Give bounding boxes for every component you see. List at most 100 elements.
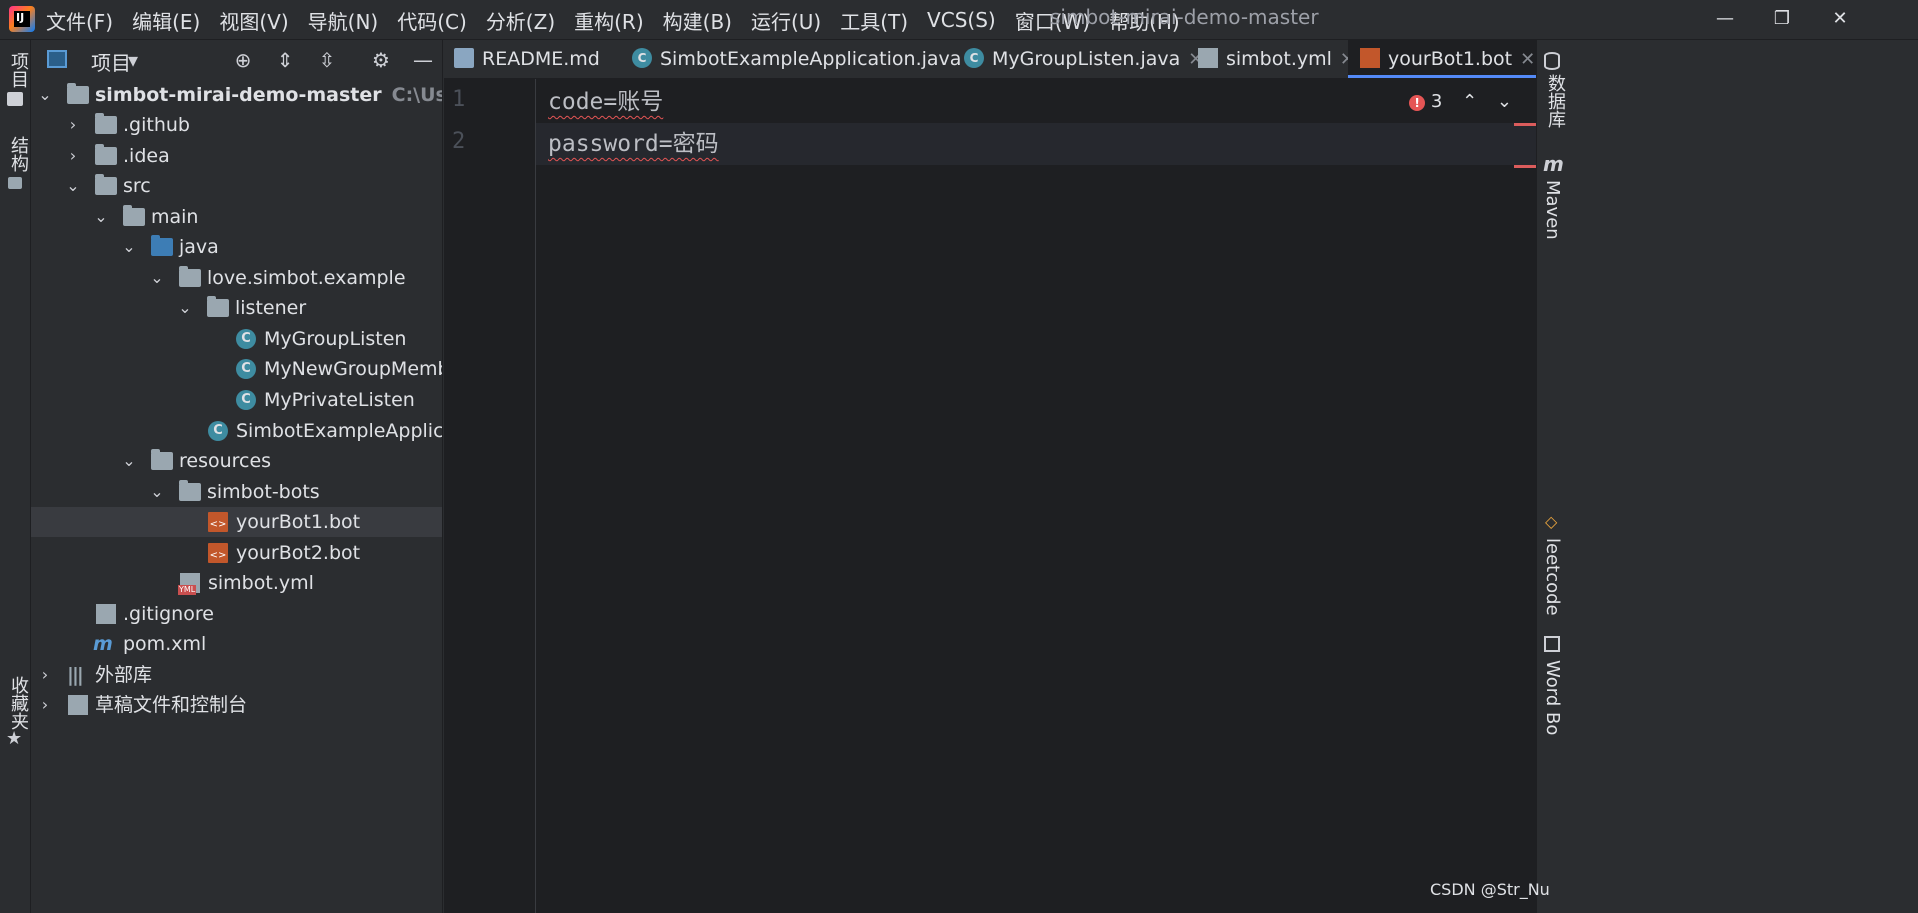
- tree-row-src[interactable]: ⌄ src: [31, 171, 442, 201]
- tree-row-resources[interactable]: ⌄ resources: [31, 446, 442, 476]
- project-folder-icon: [7, 92, 23, 106]
- error-stripe-mark[interactable]: [1514, 165, 1536, 168]
- markdown-file-icon: [454, 47, 474, 68]
- tree-label-idea: .idea: [123, 145, 170, 167]
- menu-code[interactable]: 代码(C): [397, 6, 467, 35]
- tree-label-package: love.simbot.example: [207, 267, 406, 289]
- tree-row-mynewgroupmember[interactable]: C MyNewGroupMembe: [31, 354, 442, 384]
- menu-navigate[interactable]: 导航(N): [308, 6, 379, 35]
- tree-row-java[interactable]: ⌄ java: [31, 232, 442, 262]
- tree-label-listener: listener: [235, 297, 307, 319]
- code-line-text: code=账号: [548, 89, 664, 115]
- close-tab-icon[interactable]: ✕: [1520, 49, 1535, 70]
- view-dropdown-chevron-icon[interactable]: ▾: [121, 48, 145, 72]
- collapse-all-icon[interactable]: ⇳: [315, 48, 339, 72]
- tree-row-yourbot1[interactable]: <> yourBot1.bot: [31, 507, 442, 537]
- hide-panel-icon[interactable]: —: [411, 48, 435, 72]
- chevron-down-icon[interactable]: ⌄: [177, 293, 193, 323]
- structure-tool-button[interactable]: 结构: [5, 136, 31, 172]
- line-number: 2: [452, 129, 466, 154]
- database-tool-button[interactable]: 数据库: [1542, 74, 1568, 128]
- java-class-icon: C: [964, 47, 984, 68]
- bot-file-icon: <>: [208, 512, 228, 532]
- project-view-icon: [47, 50, 67, 68]
- tree-row-root[interactable]: ⌄ simbot-mirai-demo-master C:\Users\hp\: [31, 80, 442, 110]
- tree-row-external-libraries[interactable]: › ||| 外部库: [31, 660, 442, 690]
- close-window-icon[interactable]: ✕: [1815, 4, 1865, 34]
- leetcode-icon: ◇: [1545, 512, 1558, 531]
- tab-simbotexampleapplication[interactable]: CSimbotExampleApplication.java✕: [632, 40, 985, 78]
- project-tool-button[interactable]: 项目: [5, 52, 31, 88]
- tab-yourbot1[interactable]: yourBot1.bot ✕: [1348, 40, 1546, 78]
- tree-row-simbotexampleapplication[interactable]: C SimbotExampleApplicatio: [31, 416, 442, 446]
- tab-mygrouplisten[interactable]: C MyGroupListen.java ✕: [964, 40, 1203, 78]
- tree-row-gitignore[interactable]: .gitignore: [31, 599, 442, 629]
- tree-label-root: simbot-mirai-demo-master: [95, 84, 382, 106]
- word-book-tool-button[interactable]: Word Bo: [1542, 660, 1563, 735]
- tree-label-src: src: [123, 175, 151, 197]
- menu-vcs[interactable]: VCS(S): [927, 8, 996, 32]
- tree-label-scratches: 草稿文件和控制台: [95, 694, 248, 716]
- tree-row-idea[interactable]: › .idea: [31, 141, 442, 171]
- tree-row-main[interactable]: ⌄ main: [31, 202, 442, 232]
- restore-icon[interactable]: ❐: [1757, 4, 1807, 34]
- scratch-icon: [68, 695, 88, 715]
- inspection-widget[interactable]: ! 3 ⌃ ⌄: [1409, 91, 1512, 112]
- bot-file-icon: [1360, 47, 1380, 68]
- tree-row-simbot-bots[interactable]: ⌄ simbot-bots: [31, 477, 442, 507]
- menu-refactor[interactable]: 重构(R): [574, 6, 644, 35]
- tree-label-mygrouplisten: MyGroupListen: [264, 328, 407, 350]
- code-editor[interactable]: 1 2 code=账号 password=密码 ! 3 ⌃ ⌄: [444, 79, 1536, 913]
- previous-error-icon[interactable]: ⌃: [1462, 91, 1477, 112]
- favorites-tool-button[interactable]: 收藏夹: [5, 676, 31, 730]
- left-tool-stripe: 项目 结构 收藏夹 ★: [0, 40, 31, 913]
- tree-row-github[interactable]: › .github: [31, 110, 442, 140]
- tree-label-java: java: [179, 236, 219, 258]
- error-stripe-mark[interactable]: [1514, 123, 1536, 126]
- menu-file[interactable]: 文件(F): [46, 6, 113, 35]
- menu-build[interactable]: 构建(B): [663, 6, 732, 35]
- menu-tools[interactable]: 工具(T): [840, 6, 908, 35]
- tree-row-myprivatelisten[interactable]: C MyPrivateListen: [31, 385, 442, 415]
- chevron-right-icon[interactable]: ›: [65, 141, 81, 171]
- chevron-down-icon[interactable]: ⌄: [121, 232, 137, 262]
- expand-all-icon[interactable]: ⇕: [273, 48, 297, 72]
- next-error-icon[interactable]: ⌄: [1497, 91, 1512, 112]
- settings-gear-icon[interactable]: ⚙: [369, 48, 393, 72]
- tab-label: SimbotExampleApplication.java: [660, 48, 962, 70]
- watermark: CSDN @Str_Nu: [1430, 880, 1550, 899]
- chevron-right-icon[interactable]: ›: [65, 110, 81, 140]
- tree-row-scratches[interactable]: › 草稿文件和控制台: [31, 690, 442, 720]
- chevron-down-icon[interactable]: ⌄: [121, 446, 137, 476]
- tab-readme[interactable]: README.md: [454, 40, 600, 78]
- tree-row-package[interactable]: ⌄ love.simbot.example: [31, 263, 442, 293]
- chevron-down-icon[interactable]: ⌄: [149, 477, 165, 507]
- code-line[interactable]: code=账号: [536, 81, 1536, 123]
- chevron-right-icon[interactable]: ›: [37, 660, 53, 690]
- maven-tool-button[interactable]: Maven: [1542, 180, 1563, 240]
- tree-row-mygrouplisten[interactable]: C MyGroupListen: [31, 324, 442, 354]
- menu-view[interactable]: 视图(V): [219, 6, 288, 35]
- tree-row-listener[interactable]: ⌄ listener: [31, 293, 442, 323]
- menu-run[interactable]: 运行(U): [751, 6, 821, 35]
- menu-edit[interactable]: 编辑(E): [132, 6, 200, 35]
- tree-row-yourbot2[interactable]: <> yourBot2.bot: [31, 538, 442, 568]
- intellij-logo-icon[interactable]: IJ: [9, 6, 35, 32]
- yml-file-icon: [1198, 47, 1218, 68]
- chevron-down-icon[interactable]: ⌄: [65, 171, 81, 201]
- chevron-down-icon[interactable]: ⌄: [149, 263, 165, 293]
- chevron-right-icon[interactable]: ›: [37, 690, 53, 720]
- chevron-down-icon[interactable]: ⌄: [93, 202, 109, 232]
- code-line-current[interactable]: password=密码: [536, 123, 1536, 165]
- tab-label: README.md: [482, 48, 600, 70]
- folder-icon: [95, 113, 117, 134]
- package-icon: [179, 266, 201, 287]
- chevron-down-icon[interactable]: ⌄: [37, 80, 53, 110]
- minimize-icon[interactable]: —: [1700, 4, 1750, 34]
- menu-analyze[interactable]: 分析(Z): [486, 6, 555, 35]
- tree-row-pom[interactable]: m pom.xml: [31, 629, 442, 659]
- leetcode-tool-button[interactable]: leetcode: [1542, 538, 1563, 616]
- tree-row-simbot-yml[interactable]: YML simbot.yml: [31, 568, 442, 598]
- tab-simbot-yml[interactable]: simbot.yml✕: [1198, 40, 1355, 78]
- locate-file-icon[interactable]: ⊕: [231, 48, 255, 72]
